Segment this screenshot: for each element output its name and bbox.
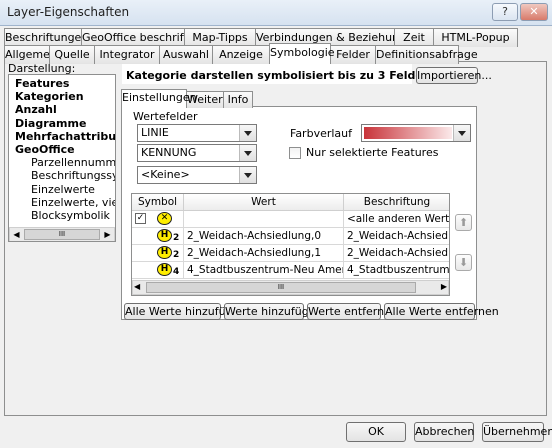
tab-info[interactable]: Info (223, 91, 253, 108)
uebernehmen-button[interactable]: Übernehmen (482, 422, 552, 442)
tree-item[interactable]: Einzelwerte (31, 183, 95, 196)
nur-selektierte-label: Nur selektierte Features (306, 146, 439, 159)
chevron-down-icon[interactable] (453, 125, 470, 141)
tab-anzeige[interactable]: Anzeige (212, 45, 270, 64)
symbol-cell[interactable]: ✓ ✕ (132, 211, 184, 228)
wert-cell[interactable]: 2_Weidach-Achsiedlung,0 (184, 228, 344, 245)
scroll-right-icon[interactable]: ▶ (441, 282, 447, 291)
symbol-cell[interactable]: H2 (132, 245, 184, 262)
tree-item[interactable]: Diagramme (15, 117, 86, 130)
tab-integrator[interactable]: Integrator (94, 45, 160, 64)
beschriftung-cell[interactable]: 2_Weidach-Achsiedlung,0 (344, 228, 449, 245)
alle-werte-hinzufuegen-button[interactable]: Alle Werte hinzufügen (124, 303, 246, 320)
tree-item[interactable]: Features (15, 77, 69, 90)
chevron-down-icon[interactable] (239, 125, 256, 141)
abbrechen-button[interactable]: Abbrechen (414, 422, 474, 442)
close-icon: ✕ (529, 5, 539, 18)
scroll-right-icon[interactable]: ▶ (102, 229, 113, 240)
header-text: Kategorie darstellen symbolisiert bis zu… (126, 69, 431, 82)
column-header-symbol[interactable]: Symbol (132, 194, 184, 211)
color-ramp (364, 127, 452, 139)
beschriftung-cell[interactable]: 4_Stadtbuszentrum-Neu Amerika,0 (344, 262, 449, 279)
feld3-combo[interactable]: <Keine> (137, 166, 257, 184)
tab-symbologie[interactable]: Symbologie (269, 43, 335, 64)
arrow-up-icon: ⬆ (458, 216, 469, 229)
tab-auswahl[interactable]: Auswahl (159, 45, 213, 64)
bus-stop-icon: H (157, 263, 172, 276)
wert-cell[interactable]: 2_Weidach-Achsiedlung,1 (184, 245, 344, 262)
beschriftung-cell[interactable]: 2_Weidach-Achsiedlung,1 (344, 245, 449, 262)
tree-item[interactable]: GeoOffice (15, 143, 75, 156)
inner-tabs: Einstellungen Weitere Info (121, 89, 321, 109)
table-scrollbar[interactable]: ◀ III ▶ (132, 280, 449, 295)
bus-stop-icon: H (157, 246, 172, 259)
chevron-down-icon[interactable] (239, 167, 256, 183)
tree-scrollbar[interactable]: ◀ III ▶ (9, 227, 115, 241)
scroll-left-icon[interactable]: ◀ (134, 282, 140, 291)
wertefelder-label: Wertefelder (133, 110, 198, 123)
farbverlauf-combo[interactable] (361, 124, 471, 142)
wert-cell[interactable]: 4_Stadtbuszentrum-Neu Amerika,0 (184, 262, 344, 279)
symbol-cell[interactable]: H2 (132, 228, 184, 245)
window-title: Layer-Eigenschaften (7, 5, 130, 19)
tab-definitionsabfrage[interactable]: Definitionsabfrage (375, 45, 478, 64)
symbol-subscript: 2 (173, 233, 180, 243)
tree-item[interactable]: Blocksymbolik (31, 209, 110, 222)
darstellung-tree[interactable]: Features Kategorien Anzahl Diagramme Mehrfac… (8, 74, 116, 242)
feld3-value: <Keine> (141, 168, 190, 181)
tab-felder[interactable]: Felder (330, 45, 376, 64)
help-button[interactable]: ? (492, 3, 518, 21)
tab-row-2: Allgemein Quelle Integrator Auswahl Anzeige S… (0, 43, 552, 64)
werte-hinzufuegen-button[interactable]: Werte hinzufügen (224, 303, 322, 320)
tab-allgemein[interactable]: Allgemein (4, 45, 60, 64)
werte-entfernen-button[interactable]: Werte entfernen (307, 303, 398, 320)
chevron-down-icon[interactable] (239, 145, 256, 161)
symbol-subscript: 4 (173, 267, 180, 277)
move-down-button[interactable]: ⬇ (455, 254, 472, 271)
tree-item[interactable]: Kategorien (15, 90, 84, 103)
tab-einstellungen[interactable]: Einstellungen (121, 89, 197, 108)
wert-cell[interactable] (184, 211, 344, 228)
symbol-subscript: 2 (173, 250, 180, 260)
column-header-beschriftung[interactable]: Beschriftung (344, 194, 449, 211)
alle-werte-entfernen-button[interactable]: Alle Werte entfernen (384, 303, 499, 320)
column-header-wert[interactable]: Wert (184, 194, 344, 211)
values-table[interactable]: Symbol Wert Beschriftung ✓ ✕ <alle anderen We… (131, 193, 450, 296)
tree-item[interactable]: Anzahl (15, 103, 57, 116)
symbol-cell[interactable]: H4 (132, 262, 184, 279)
arrow-down-icon: ⬇ (458, 256, 469, 269)
close-button[interactable]: ✕ (520, 3, 548, 21)
no-symbol-icon: ✕ (157, 212, 172, 225)
tree-scroll-thumb[interactable]: III (24, 229, 100, 240)
tree-item[interactable]: Parzellennummern (31, 156, 115, 169)
scroll-left-icon[interactable]: ◀ (11, 229, 22, 240)
beschriftung-cell[interactable]: <alle anderen Werte> (344, 211, 449, 228)
help-icon: ? (502, 5, 508, 18)
row-checkbox[interactable]: ✓ (135, 213, 146, 224)
tree-item[interactable]: Mehrfachattribute (15, 130, 115, 143)
bus-stop-icon: H (157, 229, 172, 242)
feld2-value: KENNUNG (141, 146, 197, 159)
ok-button[interactable]: OK (346, 422, 406, 442)
import-button[interactable]: Importieren... (416, 67, 492, 84)
farbverlauf-label: Farbverlauf (290, 127, 353, 140)
feld1-combo[interactable]: LINIE (137, 124, 257, 142)
feld1-value: LINIE (141, 126, 169, 139)
nur-selektierte-checkbox[interactable] (289, 147, 301, 159)
feld2-combo[interactable]: KENNUNG (137, 144, 257, 162)
move-up-button[interactable]: ⬆ (455, 214, 472, 231)
tree-item[interactable]: Einzelwerte, viele Felder (31, 196, 115, 209)
table-scroll-thumb[interactable]: III (146, 282, 416, 293)
tab-quelle[interactable]: Quelle (49, 45, 95, 64)
tree-item[interactable]: Beschriftungssymbolik (31, 169, 115, 182)
